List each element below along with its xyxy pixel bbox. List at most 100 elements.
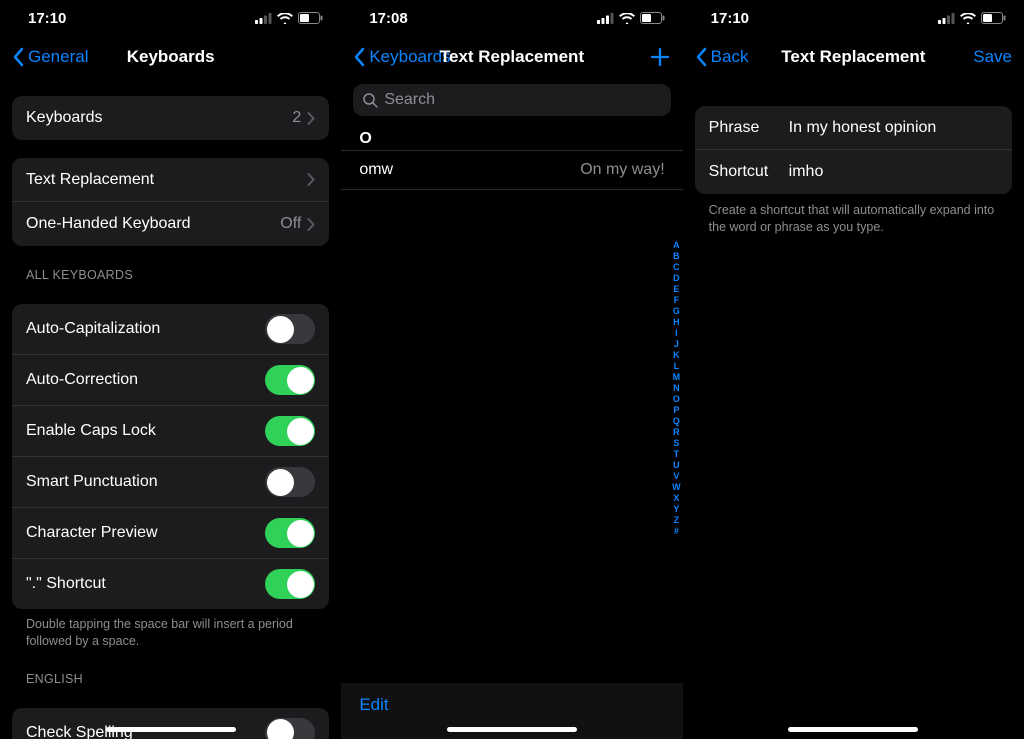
screen-text-replacement-edit: 17:10 Back Text Replacement Save Phrase …	[683, 0, 1024, 739]
toggle-switch[interactable]	[265, 569, 315, 599]
index-letter[interactable]: H	[673, 317, 680, 328]
replacement-row[interactable]: omw On my way!	[341, 150, 682, 190]
nav-back-button[interactable]: Back	[695, 47, 749, 67]
toggle-switch[interactable]	[265, 314, 315, 344]
battery-icon	[981, 12, 1006, 24]
index-letter[interactable]: E	[673, 284, 679, 295]
chevron-left-icon	[353, 47, 365, 67]
row-label: One-Handed Keyboard	[26, 215, 280, 233]
index-letter[interactable]: N	[673, 383, 680, 394]
row-label: Auto-Correction	[26, 371, 265, 389]
index-letter[interactable]: D	[673, 273, 680, 284]
index-letter[interactable]: I	[675, 328, 678, 339]
index-letter[interactable]: K	[673, 350, 680, 361]
toggle-switch[interactable]	[265, 416, 315, 446]
index-letter[interactable]: R	[673, 427, 680, 438]
search-icon	[363, 93, 378, 108]
toggle-switch[interactable]	[265, 365, 315, 395]
search-input[interactable]	[384, 91, 660, 109]
toggle-knob	[287, 367, 314, 394]
battery-icon	[640, 12, 665, 24]
keyboards-count-group: Keyboards 2	[12, 96, 329, 140]
home-indicator[interactable]	[106, 727, 236, 732]
index-letter[interactable]: M	[673, 372, 681, 383]
row-label: Smart Punctuation	[26, 473, 265, 491]
row-shortcut: omw	[359, 161, 580, 179]
cell-signal-icon	[255, 13, 272, 24]
edit-fields-group: Phrase In my honest opinion Shortcut imh…	[695, 106, 1012, 194]
screen-keyboards: 17:10 General Keyboards Keyboards 2 Text…	[0, 0, 341, 739]
index-rail[interactable]: ABCDEFGHIJKLMNOPQRSTUVWXYZ#	[672, 240, 681, 537]
row-value: Off	[280, 215, 301, 233]
toggle-switch[interactable]	[265, 718, 315, 739]
home-indicator[interactable]	[788, 727, 918, 732]
toggle-knob	[267, 719, 294, 739]
nav-back-label: General	[28, 47, 88, 67]
index-letter[interactable]: C	[673, 262, 680, 273]
nav-bar: Keyboards Text Replacement	[341, 36, 682, 78]
shortcut-field-row[interactable]: Shortcut imho	[695, 150, 1012, 194]
text-replacement-row[interactable]: Text Replacement	[12, 158, 329, 202]
shortcut-value[interactable]: imho	[789, 163, 998, 181]
index-letter[interactable]: Q	[673, 416, 680, 427]
index-letter[interactable]: T	[674, 449, 680, 460]
row-label: "." Shortcut	[26, 575, 265, 593]
all-keyboards-group: Auto-CapitalizationAuto-CorrectionEnable…	[12, 304, 329, 609]
nav-back-button[interactable]: Keyboards	[353, 47, 450, 67]
index-letter[interactable]: P	[673, 405, 679, 416]
toggle-knob	[267, 316, 294, 343]
index-letter[interactable]: Y	[673, 504, 679, 515]
index-letter[interactable]: S	[673, 438, 679, 449]
status-time: 17:10	[28, 10, 66, 27]
index-letter[interactable]: B	[673, 251, 680, 262]
one-handed-row[interactable]: One-Handed Keyboard Off	[12, 202, 329, 246]
shortcut-label: Shortcut	[709, 163, 789, 181]
edit-button[interactable]: Edit	[359, 695, 388, 714]
plus-icon	[649, 46, 671, 68]
index-letter[interactable]: G	[673, 306, 680, 317]
toggle-row: Enable Caps Lock	[12, 406, 329, 457]
row-phrase: On my way!	[580, 161, 664, 179]
index-letter[interactable]: W	[672, 482, 681, 493]
index-letter[interactable]: V	[673, 471, 679, 482]
english-group: Check SpellingPredictiveSlide to TypeDel…	[12, 708, 329, 739]
phrase-value[interactable]: In my honest opinion	[789, 119, 998, 137]
keyboards-row[interactable]: Keyboards 2	[12, 96, 329, 140]
row-label: Text Replacement	[26, 171, 307, 189]
section-footer-all: Double tapping the space bar will insert…	[0, 609, 341, 650]
status-icons	[255, 12, 323, 24]
nav-back-button[interactable]: General	[12, 47, 88, 67]
row-value: 2	[292, 109, 301, 127]
index-letter[interactable]: X	[673, 493, 679, 504]
save-button[interactable]: Save	[973, 47, 1012, 67]
status-bar: 17:10	[0, 0, 341, 36]
index-letter[interactable]: #	[674, 526, 679, 537]
status-icons	[597, 12, 665, 24]
toggle-knob	[287, 418, 314, 445]
chevron-right-icon	[307, 112, 315, 125]
toggle-knob	[267, 469, 294, 496]
toggle-switch[interactable]	[265, 518, 315, 548]
wifi-icon	[619, 13, 635, 24]
toggle-switch[interactable]	[265, 467, 315, 497]
edit-footer: Create a shortcut that will automaticall…	[683, 194, 1024, 236]
phrase-field-row[interactable]: Phrase In my honest opinion	[695, 106, 1012, 150]
index-letter[interactable]: L	[674, 361, 680, 372]
wifi-icon	[277, 13, 293, 24]
toggle-knob	[287, 571, 314, 598]
index-letter[interactable]: J	[674, 339, 679, 350]
add-button[interactable]	[649, 46, 671, 68]
cell-signal-icon	[938, 13, 955, 24]
index-letter[interactable]: A	[673, 240, 680, 251]
index-letter[interactable]: O	[673, 394, 680, 405]
toggle-row: Character Preview	[12, 508, 329, 559]
index-letter[interactable]: F	[674, 295, 680, 306]
screen-text-replacement-list: 17:08 Keyboards Text Replacement O omw O…	[341, 0, 682, 739]
status-bar: 17:08	[341, 0, 682, 36]
home-indicator[interactable]	[447, 727, 577, 732]
battery-icon	[298, 12, 323, 24]
index-letter[interactable]: U	[673, 460, 680, 471]
text-replacement-group: Text Replacement One-Handed Keyboard Off	[12, 158, 329, 246]
search-field[interactable]	[353, 84, 670, 116]
index-letter[interactable]: Z	[674, 515, 680, 526]
